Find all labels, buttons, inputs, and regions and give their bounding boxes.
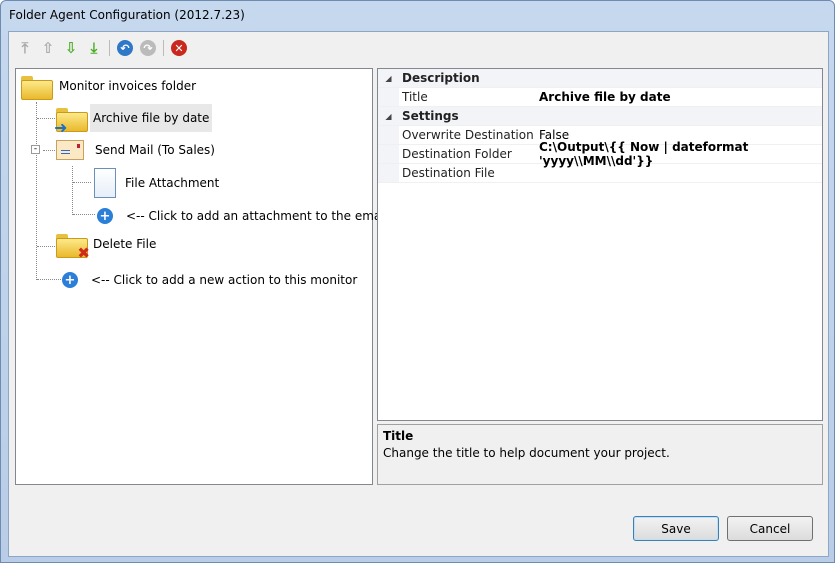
move-to-bottom-icon[interactable]: ⤓ <box>85 39 103 57</box>
dialog-window: Folder Agent Configuration (2012.7.23) ⤒… <box>0 0 835 563</box>
tree-node-label: <-- Click to add an attachment to the em… <box>126 209 388 223</box>
redo-icon[interactable]: ↷ <box>139 39 157 57</box>
undo-icon[interactable]: ↶ <box>116 39 134 57</box>
save-button[interactable]: Save <box>633 516 719 541</box>
tree-node-send-mail[interactable]: Send Mail (To Sales) <box>56 140 218 160</box>
property-value[interactable]: C:\Output\{{ Now | dateformat 'yyyy\\MM\… <box>536 140 822 168</box>
delete-folder-icon: ✖ <box>56 232 90 262</box>
toolbar-separator <box>109 40 110 56</box>
collapse-triangle-icon[interactable]: ◢ <box>378 107 399 125</box>
category-label: Description <box>402 71 480 85</box>
collapse-triangle-icon[interactable]: ◢ <box>378 69 399 87</box>
collapse-toggle[interactable]: - <box>31 145 40 154</box>
property-title[interactable]: Title Archive file by date <box>378 88 822 107</box>
property-value[interactable]: Archive file by date <box>536 90 822 104</box>
category-label: Settings <box>402 109 459 123</box>
folder-icon <box>21 74 53 100</box>
move-up-icon[interactable]: ⇧ <box>39 39 57 57</box>
tree-node-label: Send Mail (To Sales) <box>95 143 215 157</box>
tree-node-archive[interactable]: ➜ Archive file by date <box>54 104 213 137</box>
property-name: Destination File <box>402 166 495 180</box>
move-down-icon[interactable]: ⇩ <box>62 39 80 57</box>
toolbar: ⤒ ⇧ ⇩ ⤓ ↶ ↷ ✕ <box>16 37 188 59</box>
property-name: Title <box>402 90 428 104</box>
add-attachment-link[interactable]: + <-- Click to add an attachment to the … <box>97 206 391 226</box>
mail-icon <box>56 140 84 160</box>
tree-node-file-attachment[interactable]: File Attachment <box>94 168 222 198</box>
help-text: Change the title to help document your p… <box>383 446 670 460</box>
add-icon: + <box>97 208 113 224</box>
gutter <box>378 145 399 163</box>
property-grid: ◢ Description Title Archive file by date ◢… <box>377 68 823 421</box>
window-title: Folder Agent Configuration (2012.7.23) <box>9 8 245 22</box>
client-area: ⤒ ⇧ ⇩ ⤓ ↶ ↷ ✕ - Monitor invoices folder … <box>8 31 829 557</box>
gutter <box>378 164 399 182</box>
archive-folder-icon: ➜ <box>54 106 88 137</box>
cancel-button[interactable]: Cancel <box>727 516 813 541</box>
gutter <box>378 88 399 106</box>
tree-node-label: Monitor invoices folder <box>59 79 197 93</box>
tree-node-delete-file[interactable]: ✖ Delete File <box>56 232 159 262</box>
action-tree: - Monitor invoices folder ➜ Archive file… <box>15 68 388 485</box>
help-panel: Title Change the title to help document … <box>377 424 823 485</box>
help-title: Title <box>383 429 414 443</box>
tree-node-monitor[interactable]: Monitor invoices folder <box>21 74 199 100</box>
property-name: Destination Folder <box>402 147 512 161</box>
tree-node-label: Delete File <box>93 237 157 251</box>
property-name: Overwrite Destination <box>402 128 534 142</box>
category-settings[interactable]: ◢ Settings <box>378 107 822 126</box>
gutter <box>378 126 399 144</box>
category-description[interactable]: ◢ Description <box>378 69 822 88</box>
move-to-top-icon[interactable]: ⤒ <box>16 39 34 57</box>
add-icon: + <box>62 272 78 288</box>
add-action-link[interactable]: + <-- Click to add a new action to this … <box>62 270 360 290</box>
tree-node-label: File Attachment <box>125 176 220 190</box>
property-destination-folder[interactable]: Destination Folder C:\Output\{{ Now | dat… <box>378 140 822 168</box>
tree-node-label: Archive file by date <box>90 104 213 132</box>
document-icon <box>94 168 116 198</box>
delete-icon[interactable]: ✕ <box>170 39 188 57</box>
tree-node-label: <-- Click to add a new action to this mo… <box>91 273 358 287</box>
toolbar-separator <box>163 40 164 56</box>
